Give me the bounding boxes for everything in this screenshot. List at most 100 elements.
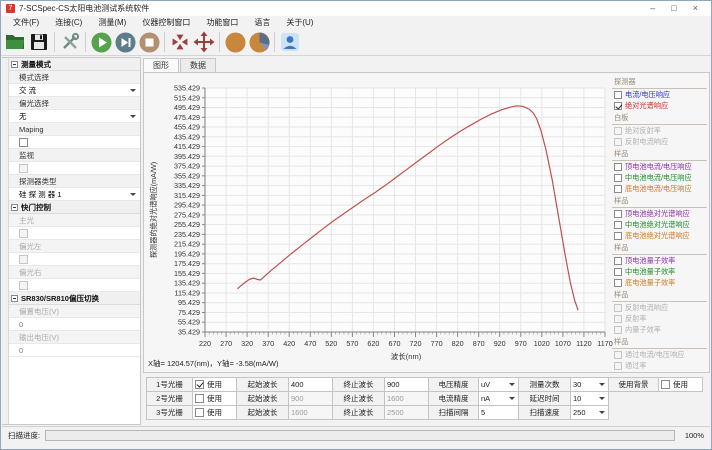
start-wavelength-input[interactable]: 400 (289, 378, 333, 392)
tab-graph[interactable]: 图形 (143, 58, 179, 72)
open-folder-icon[interactable] (4, 31, 26, 53)
checkbox[interactable] (614, 210, 622, 218)
use-checkbox-cell[interactable]: 使用 (193, 378, 237, 392)
curve-option[interactable]: 内量子效率 (612, 324, 707, 335)
stop-icon[interactable] (138, 31, 160, 53)
collapse-icon[interactable] (11, 295, 18, 302)
chevron-down-icon[interactable] (128, 86, 137, 95)
curve-option-label: 反射电流响应 (625, 137, 668, 147)
checkbox[interactable] (614, 185, 622, 193)
user-icon[interactable] (279, 31, 301, 53)
pie-chart-icon[interactable] (248, 31, 270, 53)
curve-option-label: 通过率 (625, 361, 647, 371)
move-icon[interactable] (193, 31, 215, 53)
checkbox[interactable] (614, 174, 622, 182)
svg-text:75.429: 75.429 (178, 308, 200, 317)
checkbox[interactable] (614, 279, 622, 287)
chevron-down-icon[interactable] (597, 380, 606, 389)
curve-option[interactable]: 绝对反射率 (612, 125, 707, 136)
checkbox[interactable] (614, 257, 622, 265)
use-checkbox-cell[interactable]: 使用 (193, 392, 237, 406)
property-label: 偏光左 (9, 240, 140, 253)
curve-option[interactable]: 中电池绝对光谱响应 (612, 219, 707, 230)
chevron-down-icon[interactable] (597, 408, 606, 417)
checkbox[interactable] (661, 380, 670, 389)
curve-option[interactable]: 中电池电流/电压响应 (612, 172, 707, 183)
checkbox[interactable] (614, 221, 622, 229)
circle-indicator-icon[interactable] (224, 31, 246, 53)
property-group-header[interactable]: 快门控制 (9, 201, 140, 214)
menu-function-window[interactable]: 功能窗口 (198, 17, 246, 28)
property-input[interactable]: 0 (9, 344, 140, 357)
checkbox[interactable] (614, 268, 622, 276)
start-wavelength-input[interactable]: 900 (289, 392, 333, 406)
curve-option[interactable]: 顶电池量子效率 (612, 255, 707, 266)
collapse-icon[interactable] (11, 61, 18, 68)
property-select[interactable]: 交 流 (9, 84, 140, 97)
param1-value[interactable]: uV (479, 378, 519, 392)
curve-option[interactable]: 反射率 (612, 313, 707, 324)
menu-language[interactable]: 语言 (246, 17, 278, 28)
start-wavelength-input[interactable]: 1600 (289, 406, 333, 420)
menu-file[interactable]: 文件(F) (5, 17, 47, 28)
maximize-icon[interactable]: □ (671, 4, 676, 13)
property-input[interactable]: 0 (9, 318, 140, 331)
property-select[interactable]: 硅 探 测 器 1 (9, 188, 140, 201)
checkbox[interactable] (614, 102, 622, 110)
curve-option[interactable]: 绝对光谱响应 (612, 100, 707, 111)
tools-icon[interactable] (59, 31, 81, 53)
param2-value[interactable]: 30 (571, 378, 609, 392)
menu-instrument-window[interactable]: 仪器控制窗口 (134, 17, 198, 28)
end-wavelength-input[interactable]: 900 (385, 378, 429, 392)
checkbox[interactable] (614, 232, 622, 240)
save-icon[interactable] (28, 31, 50, 53)
property-group-header[interactable]: SR830/SR810偏压切换 (9, 292, 140, 305)
param2-value[interactable]: 250 (571, 406, 609, 420)
menu-measure[interactable]: 测量(M) (90, 17, 134, 28)
collapse-icon[interactable] (11, 204, 18, 211)
param2-value[interactable]: 10 (571, 392, 609, 406)
checkbox[interactable] (195, 394, 204, 403)
chevron-down-icon[interactable] (507, 394, 516, 403)
cursor-readout: X轴= 1204.57(nm)，Y轴= -3.58(mA/W) (148, 358, 278, 369)
curve-option[interactable]: 顶电池绝对光谱响应 (612, 208, 707, 219)
property-select[interactable]: 无 (9, 110, 140, 123)
curve-group-title: 样品 (612, 195, 707, 208)
curve-option[interactable]: 通过电流/电压响应 (612, 349, 707, 360)
chevron-down-icon[interactable] (128, 112, 137, 121)
tab-data[interactable]: 数据 (180, 58, 216, 72)
svg-text:495.429: 495.429 (174, 103, 200, 112)
curve-option[interactable]: 底电池绝对光谱响应 (612, 230, 707, 241)
chevron-down-icon[interactable] (597, 394, 606, 403)
menu-connect[interactable]: 连接(C) (47, 17, 90, 28)
end-wavelength-input[interactable]: 2500 (385, 406, 429, 420)
use-checkbox-cell[interactable]: 使用 (193, 406, 237, 420)
curve-option[interactable]: 顶电池电流/电压响应 (612, 161, 707, 172)
minimize-icon[interactable]: – (650, 4, 655, 13)
checkbox[interactable] (614, 163, 622, 171)
run-icon[interactable] (90, 31, 112, 53)
curve-option[interactable]: 反射电流响应 (612, 136, 707, 147)
menu-about[interactable]: 关于(U) (278, 17, 321, 28)
curve-option[interactable]: 电流/电压响应 (612, 89, 707, 100)
curve-option[interactable]: 底电池电流/电压响应 (612, 183, 707, 194)
curve-option[interactable]: 中电池量子效率 (612, 266, 707, 277)
checkbox[interactable] (19, 138, 28, 147)
param1-value[interactable]: 5 (479, 406, 519, 420)
chevron-down-icon[interactable] (507, 380, 516, 389)
close-icon[interactable]: × (693, 4, 698, 13)
grating-label: 1号光栅 (147, 378, 193, 392)
param1-value[interactable]: nA (479, 392, 519, 406)
end-wavelength-input[interactable]: 1600 (385, 392, 429, 406)
checkbox[interactable] (195, 380, 204, 389)
curve-option[interactable]: 通过率 (612, 360, 707, 371)
curve-option[interactable]: 底电池量子效率 (612, 277, 707, 288)
curve-option[interactable]: 反射电流响应 (612, 302, 707, 313)
background-use-cell[interactable]: 使用 (659, 378, 703, 392)
step-run-icon[interactable] (114, 31, 136, 53)
checkbox[interactable] (195, 408, 204, 417)
arrows-in-icon[interactable] (169, 31, 191, 53)
checkbox[interactable] (614, 91, 622, 99)
property-group-header[interactable]: 测量模式 (9, 58, 140, 71)
chevron-down-icon[interactable] (128, 190, 137, 199)
